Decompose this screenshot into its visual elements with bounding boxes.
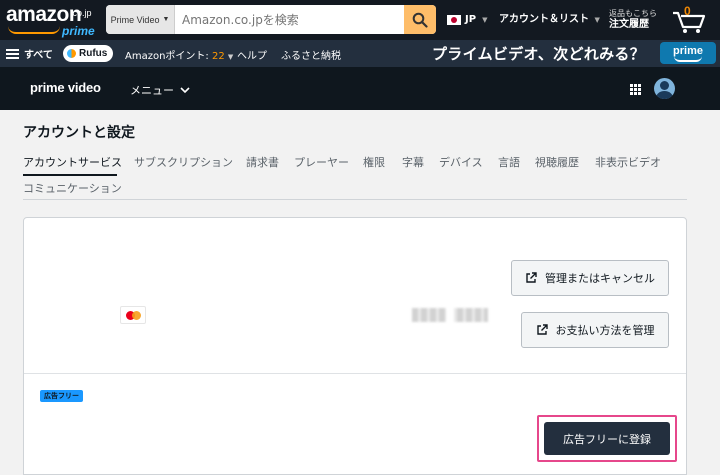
prime-video-header: prime video メニュー (0, 67, 720, 110)
pv-menu-label: メニュー (130, 84, 174, 97)
prime-video-logo[interactable]: prime video (30, 80, 101, 95)
pv-menu-button[interactable]: メニュー (130, 82, 190, 98)
search-button[interactable] (404, 5, 436, 34)
language-selector[interactable]: JP ▼ (447, 14, 487, 25)
points-link[interactable]: Amazonポイント: 22 ▼ (125, 47, 233, 62)
orders-line1: 返品もこちら (609, 9, 657, 18)
page-title: アカウントと設定 (23, 125, 135, 141)
tab-devices[interactable]: デバイス (439, 154, 483, 170)
points-label: Amazonポイント: (125, 51, 209, 62)
search-category-label: Prime Video (110, 14, 160, 25)
all-label: すべて (24, 50, 53, 61)
account-settings-page: アカウントと設定 アカウントサービス サブスクリプション 請求書 プレーヤー 権… (0, 110, 720, 475)
logo-tld: .co.jp (70, 8, 92, 18)
profile-avatar[interactable] (654, 78, 675, 99)
search-category-select[interactable]: Prime Video ▼ (106, 5, 175, 34)
amazon-sub-nav: すべて Rufus Amazonポイント: 22 ▼ ヘルプ ふるさと納税 プラ… (0, 40, 720, 67)
card-divider (24, 373, 686, 374)
amazon-prime-logo[interactable]: amazon .co.jp prime (6, 4, 98, 39)
active-tab-underline (23, 174, 117, 176)
caret-down-icon: ▼ (594, 16, 600, 24)
tab-communication[interactable]: コミュニケーション (23, 180, 122, 196)
rufus-label: Rufus (79, 48, 108, 59)
tab-permissions[interactable]: 権限 (363, 154, 385, 170)
tab-hidden-videos[interactable]: 非表示ビデオ (595, 154, 661, 170)
orders-line2: 注文履歴 (609, 19, 649, 30)
tab-invoices[interactable]: 請求書 (246, 154, 279, 170)
furusato-link[interactable]: ふるさと納税 (281, 47, 341, 62)
apps-grid-icon[interactable] (630, 84, 641, 95)
manage-payment-button[interactable]: お支払い方法を管理 (521, 312, 669, 348)
points-value: 22 (211, 51, 225, 62)
tabs-divider (23, 199, 687, 200)
cart-button[interactable]: 0 (671, 4, 707, 34)
language-label: JP (465, 14, 477, 25)
tab-account-services[interactable]: アカウントサービス (23, 154, 122, 170)
manage-cancel-label: 管理またはキャンセル (545, 272, 655, 285)
tab-watch-history[interactable]: 視聴履歴 (535, 154, 579, 170)
tab-language[interactable]: 言語 (498, 154, 520, 170)
subscription-card: 管理またはキャンセル お支払い方法を管理 広告フリー 広告フリーに登録 (23, 217, 687, 475)
account-lists-menu[interactable]: アカウント＆リスト ▼ (499, 10, 600, 25)
amazon-top-nav: amazon .co.jp prime Prime Video ▼ JP ▼ ア… (0, 0, 720, 40)
caret-down-icon: ▼ (482, 15, 488, 24)
hamburger-icon (6, 48, 19, 59)
external-link-icon (526, 272, 537, 283)
search-input[interactable] (175, 5, 404, 34)
manage-cancel-button[interactable]: 管理またはキャンセル (511, 260, 669, 296)
rufus-icon (67, 49, 76, 58)
adfree-register-button[interactable]: 広告フリーに登録 (544, 422, 670, 455)
account-lists-label: アカウント＆リスト (499, 14, 589, 25)
caret-down-icon: ▼ (227, 53, 234, 61)
chevron-down-icon (180, 86, 190, 93)
chevron-down-icon: ▼ (162, 16, 170, 23)
japan-flag-icon (447, 14, 461, 25)
search-icon (412, 12, 428, 28)
prime-badge[interactable]: prime (660, 42, 716, 64)
logo-prime: prime (62, 24, 95, 38)
prime-video-banner[interactable]: プライムビデオ、次どれみる？ (432, 43, 645, 64)
tab-player[interactable]: プレーヤー (294, 154, 349, 170)
returns-orders-link[interactable]: 返品もこちら 注文履歴 (609, 8, 657, 30)
manage-payment-label: お支払い方法を管理 (555, 324, 655, 337)
rufus-button[interactable]: Rufus (63, 45, 113, 62)
tab-subtitles[interactable]: 字幕 (402, 154, 424, 170)
cart-count: 0 (684, 4, 691, 18)
adfree-badge: 広告フリー (40, 390, 83, 402)
smile-icon (8, 26, 60, 34)
external-link-icon (536, 324, 548, 335)
search-bar: Prime Video ▼ (106, 5, 436, 34)
tab-subscriptions[interactable]: サブスクリプション (134, 154, 233, 170)
masked-card-number (412, 308, 488, 322)
mastercard-icon (120, 306, 146, 324)
help-link[interactable]: ヘルプ (237, 47, 267, 62)
all-menu-button[interactable]: すべて (6, 46, 53, 61)
